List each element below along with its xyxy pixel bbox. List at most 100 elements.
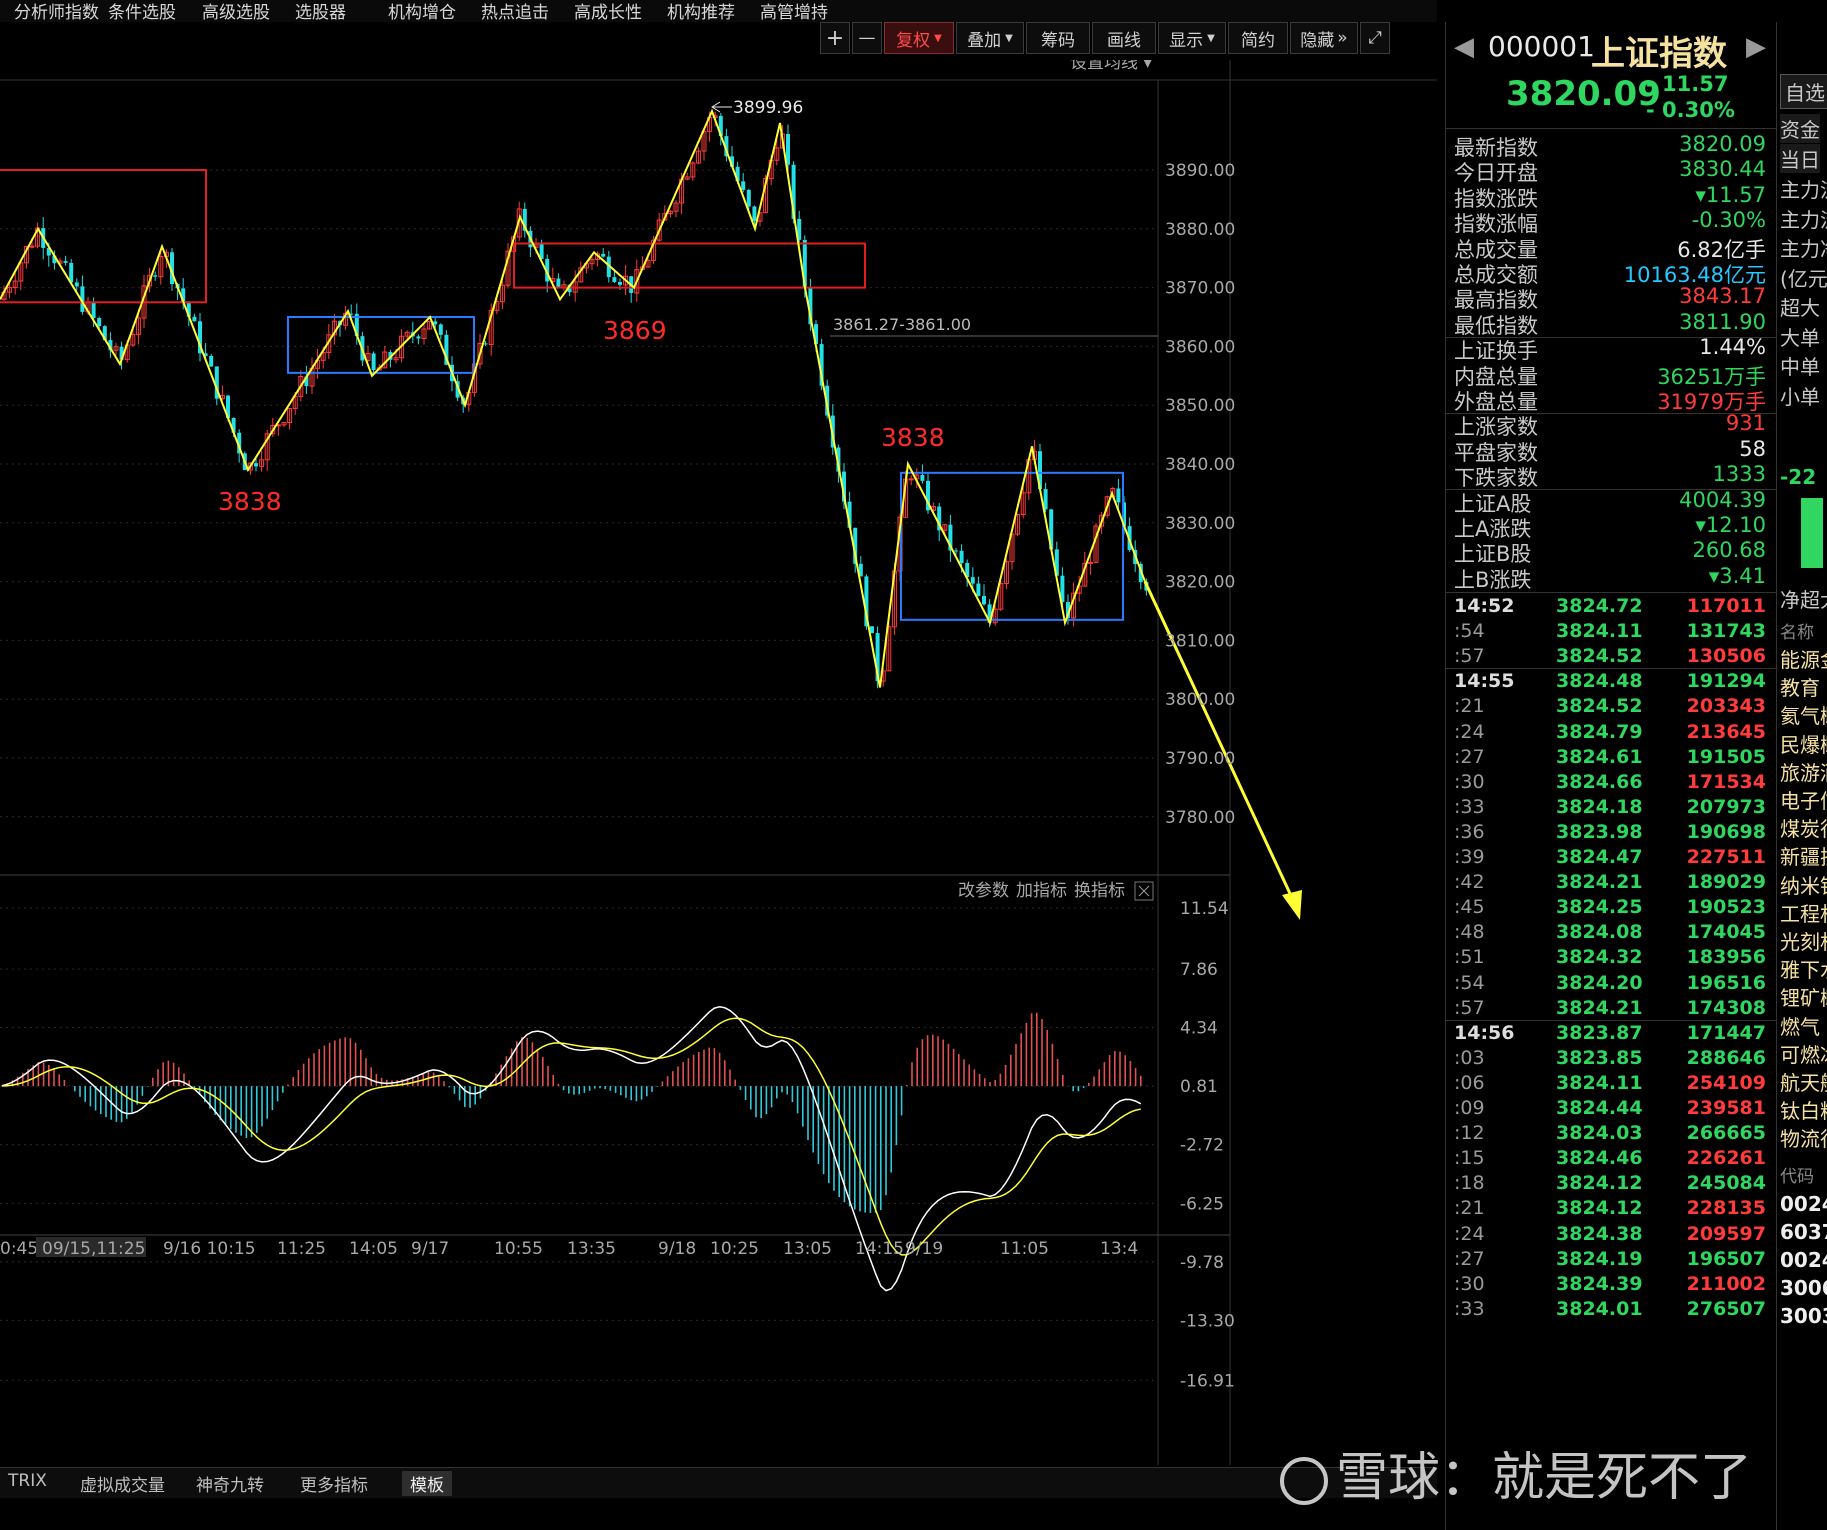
nav-exec-increase[interactable]: 高管增持	[760, 0, 828, 23]
indicator-axis-label: 11.54	[1180, 899, 1229, 919]
sector-item[interactable]: 纳米银	[1780, 870, 1827, 899]
kline-chart-area[interactable]: 3890.00 3880.00 3870.00 3860.00 3850.00 3840.…	[0, 60, 1437, 1465]
tick-time: 14:55	[1454, 670, 1515, 693]
tick-time: :42	[1454, 871, 1485, 894]
nav-high-growth[interactable]: 高成长性	[574, 0, 642, 23]
sector-item[interactable]: 雅下水	[1780, 954, 1827, 983]
time-axis-label: 9/16 10:15	[163, 1239, 256, 1259]
indicator-tool-label: 加指标	[1016, 881, 1067, 901]
tick-volume: 228135	[1686, 1197, 1766, 1220]
code-header: 代码	[1780, 1167, 1814, 1187]
nav-stock-picker[interactable]: 选股器	[295, 0, 346, 23]
sector-item[interactable]: 可燃冰	[1780, 1039, 1827, 1068]
red-box-2	[513, 242, 866, 289]
fund-flow-row-label: 小单	[1780, 384, 1820, 409]
candle-body-down	[612, 277, 617, 282]
tick-price: 3824.21	[1556, 996, 1643, 1019]
time-axis-label: 09/15,11:25	[42, 1239, 145, 1259]
stock-code-item[interactable]: 60379	[1780, 1220, 1827, 1244]
fuquan-dropdown[interactable]: 复权 ▼	[884, 22, 954, 54]
tick-price: 3824.18	[1556, 795, 1643, 818]
tab-magic-nine[interactable]: 神奇九转	[196, 1471, 264, 1496]
stat-value: 931	[1725, 411, 1766, 436]
price-axis-label: 3890.00	[1165, 161, 1235, 181]
sector-item[interactable]: 工程机	[1780, 898, 1827, 927]
candle-body-down	[970, 577, 975, 584]
tab-template[interactable]: 模板	[402, 1471, 452, 1496]
chips-button[interactable]: 筹码	[1026, 22, 1090, 54]
tick-time: :45	[1454, 896, 1485, 919]
nav-analyst-index[interactable]: 分析师指数	[14, 0, 99, 23]
sector-item[interactable]: 物流行	[1780, 1123, 1827, 1152]
sector-item[interactable]: 新疆振	[1780, 841, 1827, 870]
stat-value: 1333	[1712, 462, 1766, 487]
double-chevron-right-icon: »	[1337, 28, 1348, 48]
next-stock-icon[interactable]: ▶	[1746, 32, 1766, 62]
stat-value: 3820.09	[1679, 132, 1766, 156]
sector-item[interactable]: 教育	[1780, 672, 1820, 701]
fullscreen-icon[interactable]: ⤢	[1360, 22, 1390, 54]
tick-time: 14:56	[1454, 1021, 1515, 1044]
nav-condition-select[interactable]: 条件选股	[108, 0, 176, 23]
nav-inst-increase[interactable]: 机构增仓	[388, 0, 456, 23]
prev-stock-icon[interactable]: ◀	[1454, 32, 1474, 62]
display-dropdown[interactable]: 显示 ▼	[1158, 22, 1226, 54]
tick-price: 3824.25	[1556, 896, 1643, 919]
tick-price: 3824.79	[1556, 720, 1643, 743]
sector-item[interactable]: 航天航	[1780, 1067, 1827, 1096]
zoom-in-button[interactable]: +	[820, 22, 850, 54]
overlay-dropdown[interactable]: 叠加 ▼	[956, 22, 1024, 54]
tick-time: :30	[1454, 770, 1485, 793]
tick-time: :57	[1454, 645, 1485, 668]
tab-today[interactable]: 当日	[1780, 144, 1820, 173]
tab-more-indicators[interactable]: 更多指标	[300, 1471, 368, 1496]
tick-price: 3824.12	[1556, 1172, 1643, 1195]
sector-item[interactable]: 民爆概	[1780, 729, 1827, 758]
sector-item[interactable]: 电子信	[1780, 785, 1827, 814]
sector-item[interactable]: 光刻机	[1780, 926, 1827, 955]
zoom-out-button[interactable]: —	[852, 22, 882, 54]
tick-volume: 245084	[1686, 1172, 1766, 1195]
tick-volume: 130506	[1686, 645, 1766, 668]
nav-inst-recommend[interactable]: 机构推荐	[667, 0, 735, 23]
nav-hotspot[interactable]: 热点追击	[481, 0, 549, 23]
fund-flow-row-label: 中单	[1780, 355, 1820, 379]
candle-body-down	[97, 318, 102, 327]
stock-code-item[interactable]: 00240	[1780, 1248, 1827, 1272]
caret-down-icon: ▼	[1207, 32, 1215, 44]
sector-item[interactable]: 煤炭行	[1780, 813, 1827, 842]
tick-volume: 191294	[1686, 670, 1766, 693]
sector-item[interactable]: 旅游酒	[1780, 757, 1827, 786]
chart-toolbar: + — 复权 ▼ 叠加 ▼ 筹码 画线 显示 ▼ 简约 隐藏» ⤢	[820, 22, 1392, 56]
indicator-axis-label: -16.91	[1180, 1371, 1235, 1391]
sector-item[interactable]: 钛白粉	[1780, 1095, 1827, 1124]
stock-code: 000001	[1488, 30, 1595, 63]
stock-code-item[interactable]: 00240	[1780, 1192, 1827, 1216]
tab-virtual-volume[interactable]: 虚拟成交量	[80, 1471, 165, 1496]
indicator-tool-label: 换指标	[1074, 881, 1125, 901]
simple-button[interactable]: 简约	[1228, 22, 1288, 54]
sector-item[interactable]: 能源金	[1780, 644, 1827, 673]
price-change-pct: - 0.30%	[1646, 98, 1735, 122]
tab-trix[interactable]: TRIX	[8, 1471, 47, 1491]
sector-item[interactable]: 锂矿概	[1780, 982, 1827, 1011]
sector-item[interactable]: 氦气概	[1780, 700, 1827, 729]
tick-volume: 191505	[1686, 745, 1766, 768]
draw-line-button[interactable]: 画线	[1092, 22, 1156, 54]
tab-fund[interactable]: 资金	[1780, 114, 1820, 143]
sector-item[interactable]: 燃气	[1780, 1011, 1820, 1040]
stock-code-item[interactable]: 30039	[1780, 1304, 1827, 1328]
tick-price: 3824.61	[1556, 745, 1643, 768]
time-axis-label: 10:55	[494, 1239, 543, 1259]
hide-button[interactable]: 隐藏»	[1290, 22, 1358, 54]
stock-code-item[interactable]: 30061	[1780, 1276, 1827, 1300]
hide-label: 隐藏	[1300, 30, 1335, 51]
tick-time: 14:52	[1454, 595, 1515, 617]
nav-advanced-select[interactable]: 高级选股	[202, 0, 270, 23]
watermark-text: 雪球：就是死不了	[1336, 1448, 1753, 1508]
tick-time: :54	[1454, 971, 1485, 994]
net-flow-value: -22	[1780, 465, 1817, 489]
add-favorite-button[interactable]: 自选	[1780, 74, 1827, 109]
candle-body-down	[483, 343, 488, 345]
tick-price: 3824.66	[1556, 770, 1643, 793]
